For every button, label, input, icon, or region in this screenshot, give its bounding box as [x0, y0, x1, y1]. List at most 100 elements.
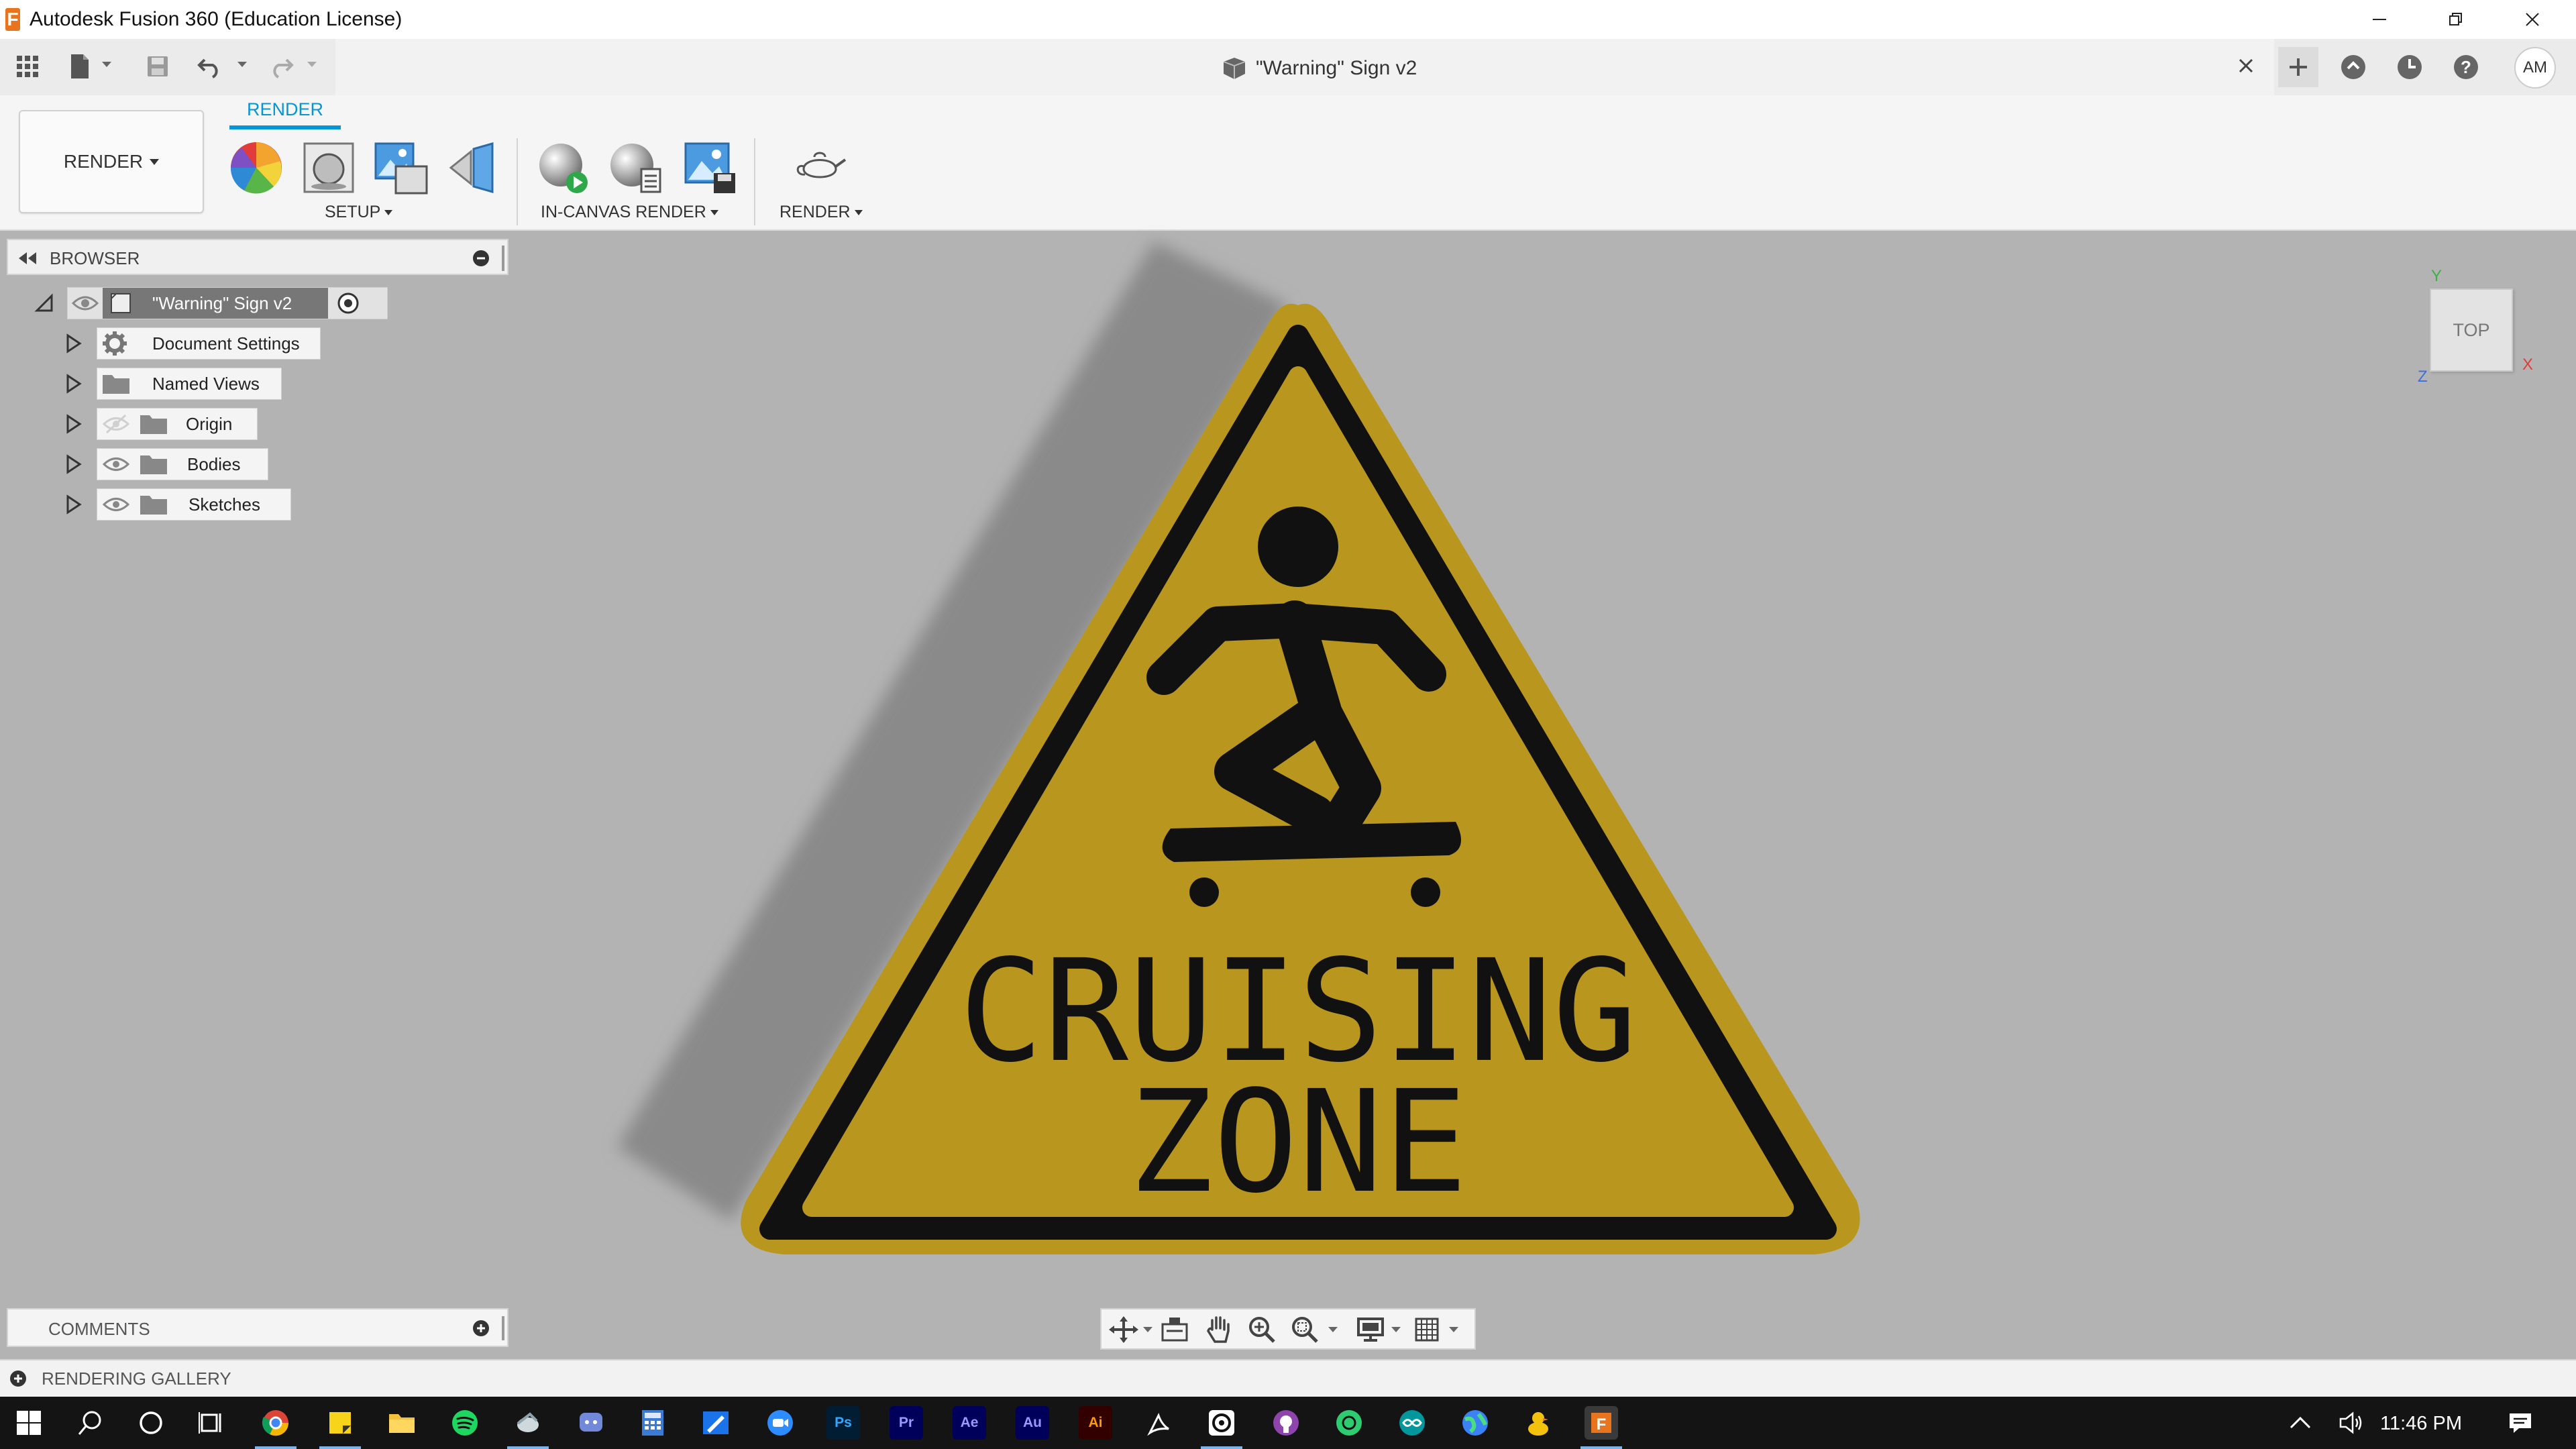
chevron-down-icon[interactable] — [1143, 1327, 1152, 1332]
folder-icon — [103, 375, 129, 394]
chevron-down-icon[interactable] — [1391, 1327, 1401, 1332]
illustrator-icon[interactable]: Ai — [1079, 1406, 1112, 1440]
svg-text:F: F — [1597, 1415, 1607, 1434]
browser-root-item[interactable]: "Warning" Sign v2 — [67, 287, 388, 319]
browser-item-label: Sketches — [189, 494, 260, 515]
expand-toggle[interactable] — [62, 372, 86, 396]
show-hidden-icons-button[interactable] — [2284, 1406, 2317, 1440]
windows-start-icon[interactable] — [12, 1406, 46, 1440]
orbit-icon — [1109, 1316, 1138, 1343]
arduino-icon[interactable] — [1395, 1406, 1429, 1440]
navigation-bar — [1100, 1308, 1476, 1350]
search-icon[interactable] — [74, 1406, 107, 1440]
comments-panel[interactable]: COMMENTS — [7, 1308, 508, 1347]
taskbar-clock[interactable]: 11:46 PM — [2380, 1413, 2462, 1435]
task-view-icon[interactable] — [195, 1406, 228, 1440]
folder-icon — [140, 415, 167, 434]
pan-button[interactable] — [1202, 1315, 1236, 1344]
windows-taskbar: Ps Pr Ae Au Ai F 11:46 PM — [0, 1397, 2576, 1449]
expand-toggle[interactable] — [62, 412, 86, 436]
action-center-icon[interactable] — [2504, 1406, 2537, 1440]
premiere-pro-icon[interactable]: Pr — [890, 1406, 923, 1440]
component-icon — [111, 293, 131, 313]
look-at-button[interactable] — [1158, 1315, 1191, 1344]
zoom-button[interactable] — [1245, 1315, 1279, 1344]
eye-hidden-icon[interactable] — [103, 414, 129, 434]
ducky-icon[interactable] — [1521, 1406, 1555, 1440]
eye-icon[interactable] — [103, 494, 129, 515]
panel-resize-handle[interactable] — [502, 246, 504, 271]
browser-panel-header: BROWSER — [7, 239, 508, 275]
active-app-indicator — [255, 1446, 297, 1449]
triangle-collapsed-icon — [66, 333, 82, 354]
fusion-360-taskbar-icon[interactable]: F — [1585, 1406, 1618, 1440]
volume-icon[interactable] — [2334, 1406, 2368, 1440]
display-settings-button[interactable] — [1354, 1315, 1387, 1344]
minimize-panel-icon[interactable] — [472, 250, 490, 267]
comments-title: COMMENTS — [48, 1319, 150, 1339]
chevron-down-icon[interactable] — [1328, 1327, 1338, 1332]
browser-item-label: Named Views — [152, 373, 260, 394]
app-bird-icon[interactable] — [511, 1406, 545, 1440]
cortana-icon[interactable] — [134, 1406, 168, 1440]
eye-icon[interactable] — [103, 454, 129, 474]
browser-title: BROWSER — [50, 248, 140, 268]
add-comment-icon[interactable] — [472, 1320, 490, 1337]
active-app-indicator — [1580, 1446, 1622, 1449]
chrome-icon[interactable] — [259, 1406, 292, 1440]
spotify-alt-icon[interactable] — [1332, 1406, 1366, 1440]
viewcube[interactable]: TOP — [2430, 288, 2513, 372]
panel-resize-handle[interactable] — [502, 1316, 504, 1340]
gear-icon — [103, 331, 127, 356]
zoom-window-icon — [1292, 1317, 1318, 1343]
expand-gallery-icon[interactable] — [9, 1370, 27, 1387]
orbit-button[interactable] — [1107, 1315, 1140, 1344]
zoom-app-icon[interactable] — [763, 1406, 797, 1440]
triangle-collapsed-icon — [66, 494, 82, 515]
globe-icon[interactable] — [1458, 1406, 1492, 1440]
discord-icon[interactable] — [574, 1406, 608, 1440]
collapse-panel-icon[interactable] — [17, 251, 39, 266]
expand-root-toggle[interactable] — [32, 291, 56, 315]
grid-settings-button[interactable] — [1410, 1315, 1444, 1344]
github-icon[interactable] — [1269, 1406, 1303, 1440]
browser-item-label: Document Settings — [152, 333, 300, 354]
active-app-indicator — [1201, 1446, 1242, 1449]
spotify-icon[interactable] — [448, 1406, 482, 1440]
acrobat-icon[interactable] — [1142, 1406, 1175, 1440]
expand-toggle[interactable] — [62, 331, 86, 356]
sign-text-line-2: ZONE — [1128, 1060, 1468, 1224]
triangle-collapsed-icon — [66, 454, 82, 474]
eye-icon[interactable] — [72, 292, 99, 314]
triangle-collapsed-icon — [66, 414, 82, 434]
obs-icon[interactable] — [1205, 1406, 1238, 1440]
look-at-icon — [1161, 1318, 1188, 1342]
activate-component-icon[interactable] — [336, 291, 360, 315]
browser-item-label: Origin — [186, 413, 233, 434]
zoom-window-button[interactable] — [1288, 1315, 1322, 1344]
active-app-indicator — [507, 1446, 549, 1449]
photoshop-icon[interactable]: Ps — [826, 1406, 860, 1440]
sticky-notes-icon[interactable] — [323, 1406, 357, 1440]
calculator-icon[interactable] — [636, 1406, 669, 1440]
rendering-gallery-title: RENDERING GALLERY — [42, 1368, 231, 1389]
snip-sketch-icon[interactable] — [699, 1406, 733, 1440]
expand-toggle[interactable] — [62, 452, 86, 476]
rendering-gallery-bar[interactable]: RENDERING GALLERY — [0, 1359, 2576, 1397]
expand-toggle[interactable] — [62, 492, 86, 517]
y-axis-label: Y — [2431, 267, 2443, 285]
display-settings-icon — [1357, 1318, 1384, 1342]
hand-icon — [1207, 1316, 1230, 1343]
z-axis-label: Z — [2418, 368, 2428, 386]
chevron-down-icon[interactable] — [1449, 1327, 1458, 1332]
grid-icon — [1415, 1318, 1439, 1342]
folder-icon — [140, 496, 167, 515]
file-explorer-icon[interactable] — [385, 1406, 419, 1440]
zoom-icon — [1249, 1317, 1275, 1343]
audition-icon[interactable]: Au — [1016, 1406, 1049, 1440]
x-axis-label: X — [2522, 356, 2534, 374]
after-effects-icon[interactable]: Ae — [953, 1406, 986, 1440]
folder-icon — [140, 455, 167, 474]
viewport-canvas[interactable]: CRUISING ZONE — [0, 0, 2576, 1449]
browser-root-label: "Warning" Sign v2 — [152, 292, 292, 313]
